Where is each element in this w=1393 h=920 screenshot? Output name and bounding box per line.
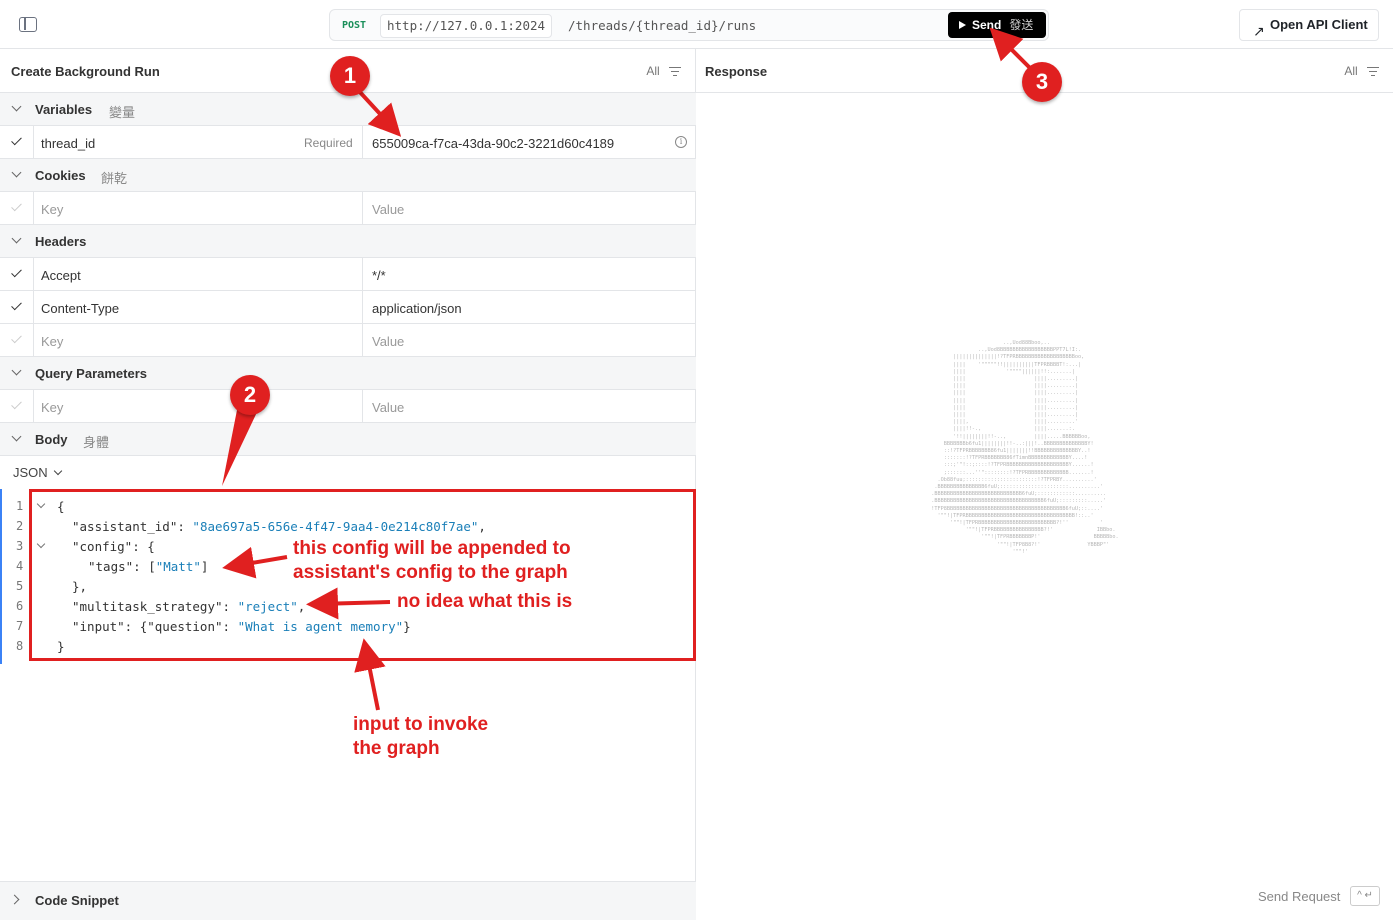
value-input[interactable]: Value xyxy=(372,202,404,217)
annotation-badge-2: 2 xyxy=(230,375,270,415)
send-request-hint: Send Request xyxy=(1258,889,1341,904)
check-icon[interactable] xyxy=(10,299,24,313)
send-button[interactable]: Send 發送 xyxy=(948,12,1046,38)
key-input[interactable]: Key xyxy=(41,400,63,415)
line-number: 3 xyxy=(16,539,24,553)
line-number: 4 xyxy=(16,559,24,573)
chevron-right-icon xyxy=(9,894,20,905)
cookie-row: Key Value xyxy=(0,192,696,225)
play-icon xyxy=(959,21,966,29)
section-name: Code Snippet xyxy=(35,893,119,908)
check-icon[interactable] xyxy=(10,266,24,280)
variable-key[interactable]: thread_id xyxy=(41,136,95,151)
top-bar: POST http://127.0.0.1:2024 /threads/{thr… xyxy=(0,0,1393,49)
request-panel: Create Background Run All Variables 變量 t… xyxy=(0,49,696,920)
request-path[interactable]: /threads/{thread_id}/runs xyxy=(568,18,756,33)
filter-icon xyxy=(669,66,681,77)
open-api-label: Open API Client xyxy=(1270,17,1368,32)
header-key[interactable]: Accept xyxy=(41,268,81,283)
section-name: Body xyxy=(35,432,68,447)
key-input[interactable]: Key xyxy=(41,334,63,349)
key-cell xyxy=(33,258,363,291)
chevron-down-icon xyxy=(11,365,22,376)
line-number: 6 xyxy=(16,599,24,613)
sidebar-toggle-icon[interactable] xyxy=(19,17,37,32)
key-cell xyxy=(33,324,363,357)
header-value[interactable]: application/json xyxy=(372,301,462,316)
annotation-input-note: input to invoke the graph xyxy=(353,713,488,761)
check-icon[interactable] xyxy=(10,398,24,412)
key-cell xyxy=(33,192,363,225)
info-icon[interactable]: i xyxy=(675,136,687,148)
variable-value[interactable]: 655009ca-f7ca-43da-90c2-3221d60c4189 xyxy=(372,136,614,151)
section-name: Headers xyxy=(35,234,87,249)
section-headers[interactable]: Headers xyxy=(0,225,696,258)
panel-title: Response xyxy=(705,64,768,79)
line-number: 8 xyxy=(16,639,24,653)
section-cookies[interactable]: Cookies 餅乾 xyxy=(0,159,696,192)
value-input[interactable]: Value xyxy=(372,400,404,415)
section-query-parameters[interactable]: Query Parameters xyxy=(0,357,696,390)
annotation-text: this config will be appended to xyxy=(293,538,571,559)
header-row: Content-Type application/json xyxy=(0,291,696,324)
section-zh: 變量 xyxy=(109,105,136,120)
annotation-text: assistant's config to the graph xyxy=(293,562,568,583)
query-row: Key Value xyxy=(0,390,696,423)
annotation-text: the graph xyxy=(353,738,440,759)
annotation-badge-1: 1 xyxy=(330,56,370,96)
http-method[interactable]: POST xyxy=(342,20,366,31)
annotation-config-note: this config will be appended to assistan… xyxy=(293,537,571,585)
empty-state-ascii-art-icon: ..,Uod88Bboo,.. ..,Uod8BBBBBBBBBBBBBBBBB… xyxy=(931,340,1119,555)
filter-label: All xyxy=(1344,64,1358,78)
chevron-down-icon xyxy=(11,167,22,178)
open-api-client-button[interactable]: ↗ Open API Client xyxy=(1239,9,1379,41)
line-number: 5 xyxy=(16,579,24,593)
section-name: Query Parameters xyxy=(35,366,148,381)
key-input[interactable]: Key xyxy=(41,202,63,217)
check-icon[interactable] xyxy=(10,332,24,346)
header-row-empty: Key Value xyxy=(0,324,696,357)
panel-title: Create Background Run xyxy=(11,64,160,79)
chevron-down-icon xyxy=(11,233,22,244)
send-sub-label: 發送 xyxy=(1009,18,1034,32)
base-url[interactable]: http://127.0.0.1:2024 xyxy=(380,14,553,38)
annotation-badge-3: 3 xyxy=(1022,62,1062,102)
section-name: Cookies xyxy=(35,168,86,183)
body-format-select[interactable]: JSON xyxy=(13,465,62,480)
header-row: Accept */* xyxy=(0,258,696,291)
header-key[interactable]: Content-Type xyxy=(41,301,119,316)
annotation-strategy-note: no idea what this is xyxy=(397,591,573,612)
annotation-text: input to invoke xyxy=(353,714,489,735)
line-number: 1 xyxy=(16,499,24,513)
chevron-down-icon xyxy=(11,431,22,442)
url-bar: POST http://127.0.0.1:2024 /threads/{thr… xyxy=(329,9,1049,41)
line-number: 2 xyxy=(16,519,24,533)
filter-dropdown[interactable]: All xyxy=(646,64,681,78)
section-body[interactable]: Body 身體 xyxy=(0,423,696,456)
variable-row: thread_id Required 655009ca-f7ca-43da-90… xyxy=(0,126,696,159)
header-value[interactable]: */* xyxy=(372,268,386,283)
send-label: Send xyxy=(972,18,1002,32)
required-label: Required xyxy=(304,136,353,150)
section-zh: 餅乾 xyxy=(101,171,128,186)
external-arrow-icon: ↗ xyxy=(1253,23,1265,39)
section-zh: 身體 xyxy=(83,435,110,450)
line-number: 7 xyxy=(16,619,24,633)
section-name: Variables xyxy=(35,102,93,117)
section-code-snippet[interactable]: Code Snippet xyxy=(0,881,696,920)
chevron-down-icon xyxy=(53,466,62,476)
filter-icon xyxy=(1367,66,1379,77)
section-variables[interactable]: Variables 變量 xyxy=(0,93,696,126)
key-cell xyxy=(33,390,363,423)
value-input[interactable]: Value xyxy=(372,334,404,349)
chevron-down-icon xyxy=(11,101,22,112)
check-icon[interactable] xyxy=(10,134,24,148)
body-format-label: JSON xyxy=(13,465,48,480)
filter-dropdown[interactable]: All xyxy=(1344,64,1379,78)
keyboard-shortcut: ^ ↵ xyxy=(1350,886,1380,906)
filter-label: All xyxy=(646,64,660,78)
check-icon[interactable] xyxy=(10,200,24,214)
